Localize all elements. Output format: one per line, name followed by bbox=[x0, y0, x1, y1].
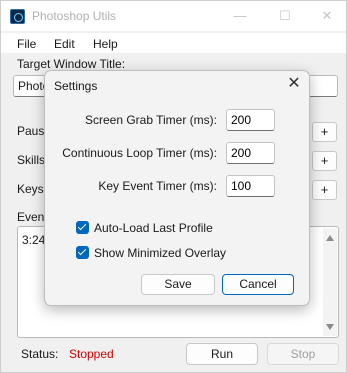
app-icon bbox=[10, 9, 25, 24]
continuous-loop-timer-input[interactable] bbox=[226, 142, 275, 164]
dialog-close-icon[interactable]: ✕ bbox=[285, 75, 303, 93]
events-log-text: 3:24 bbox=[22, 233, 46, 247]
screen-grab-timer-input[interactable] bbox=[226, 109, 275, 131]
window-title: Photoshop Utils bbox=[32, 9, 117, 23]
dialog-title: Settings bbox=[54, 79, 98, 93]
status-value: Stopped bbox=[69, 347, 114, 361]
show-overlay-checkbox[interactable] bbox=[76, 246, 89, 259]
menu-bar: File Edit Help bbox=[1, 33, 346, 53]
scroll-up-arrow-icon[interactable] bbox=[326, 235, 334, 241]
auto-load-label: Auto-Load Last Profile bbox=[94, 221, 213, 235]
cancel-button[interactable]: Cancel bbox=[222, 274, 294, 295]
auto-load-checkbox[interactable] bbox=[76, 221, 89, 234]
target-window-label: Target Window Title: bbox=[17, 57, 126, 71]
close-window-button[interactable]: ✕ bbox=[307, 5, 347, 27]
events-scrollbar[interactable] bbox=[323, 228, 337, 336]
maximize-button[interactable]: ☐ bbox=[265, 5, 305, 27]
keys-add-button[interactable]: + bbox=[312, 180, 337, 200]
key-event-timer-label: Key Event Timer (ms): bbox=[98, 179, 217, 193]
scroll-down-arrow-icon[interactable] bbox=[326, 324, 334, 330]
status-label: Status: bbox=[21, 347, 59, 361]
minimize-button[interactable]: — bbox=[220, 5, 260, 27]
save-button[interactable]: Save bbox=[141, 274, 215, 295]
menu-help[interactable]: Help bbox=[93, 37, 118, 51]
pause-add-button[interactable]: + bbox=[312, 122, 337, 142]
run-button[interactable]: Run bbox=[186, 343, 258, 365]
keys-label: Keys: bbox=[17, 182, 48, 196]
menu-edit[interactable]: Edit bbox=[54, 37, 75, 51]
stop-button[interactable]: Stop bbox=[267, 343, 339, 365]
skills-add-button[interactable]: + bbox=[312, 151, 337, 171]
screen-grab-timer-label: Screen Grab Timer (ms): bbox=[84, 113, 217, 127]
settings-dialog: Settings ✕ Screen Grab Timer (ms): Conti… bbox=[44, 70, 310, 306]
key-event-timer-input[interactable] bbox=[226, 175, 275, 197]
menu-file[interactable]: File bbox=[17, 37, 36, 51]
title-bar: Photoshop Utils — ☐ ✕ bbox=[1, 1, 346, 31]
continuous-loop-timer-label: Continuous Loop Timer (ms): bbox=[62, 146, 217, 160]
show-overlay-label: Show Minimized Overlay bbox=[94, 246, 227, 260]
